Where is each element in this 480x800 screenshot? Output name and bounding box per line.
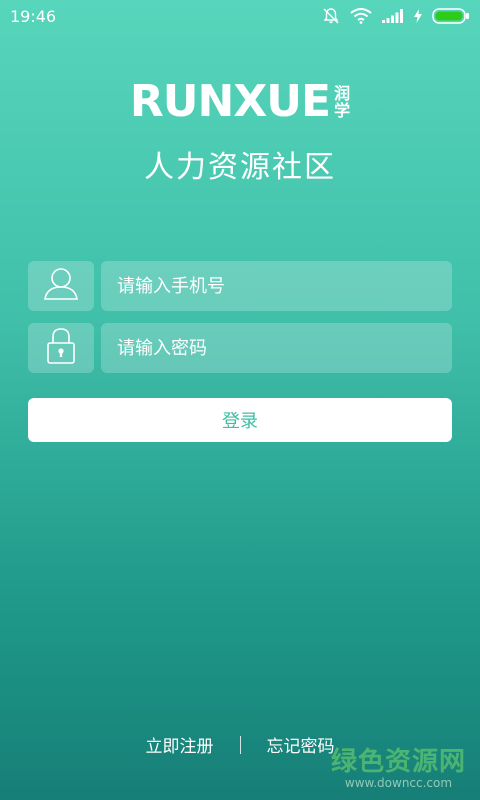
logo-cn-top: 润: [334, 84, 351, 103]
password-icon-box: [28, 323, 94, 373]
login-button[interactable]: 登录: [28, 398, 452, 442]
user-icon: [43, 267, 79, 305]
phone-input-box[interactable]: [101, 261, 452, 311]
watermark: 绿色资源网 www.downcc.com: [331, 748, 466, 790]
charging-icon: [414, 9, 422, 23]
status-time: 19:46: [10, 6, 57, 26]
password-input-box[interactable]: [101, 323, 452, 373]
password-input[interactable]: [115, 336, 452, 360]
password-row: [28, 323, 452, 373]
forgot-password-link[interactable]: 忘记密码: [267, 732, 335, 757]
link-divider: [239, 735, 241, 754]
logo-chinese: 润 学: [334, 85, 350, 119]
app-logo: RUNXUE 润 学: [0, 80, 480, 124]
lock-icon: [46, 327, 76, 369]
phone-input[interactable]: [115, 274, 452, 298]
wifi-icon: [350, 8, 372, 24]
status-bar: 19:46: [0, 0, 480, 32]
watermark-text: 绿色资源网: [330, 747, 466, 777]
watermark-url: www.downcc.com: [344, 776, 453, 790]
signal-icon: [382, 9, 404, 23]
logo-wordmark: RUNXUE: [129, 76, 331, 127]
app-subtitle: 人力资源社区: [144, 150, 336, 185]
bell-off-icon: [322, 7, 340, 25]
phone-row: [28, 261, 452, 311]
register-link[interactable]: 立即注册: [146, 732, 214, 757]
status-icons: [322, 7, 470, 25]
phone-icon-box: [28, 261, 94, 311]
logo-cn-bottom: 学: [334, 101, 351, 120]
battery-icon: [432, 8, 470, 24]
